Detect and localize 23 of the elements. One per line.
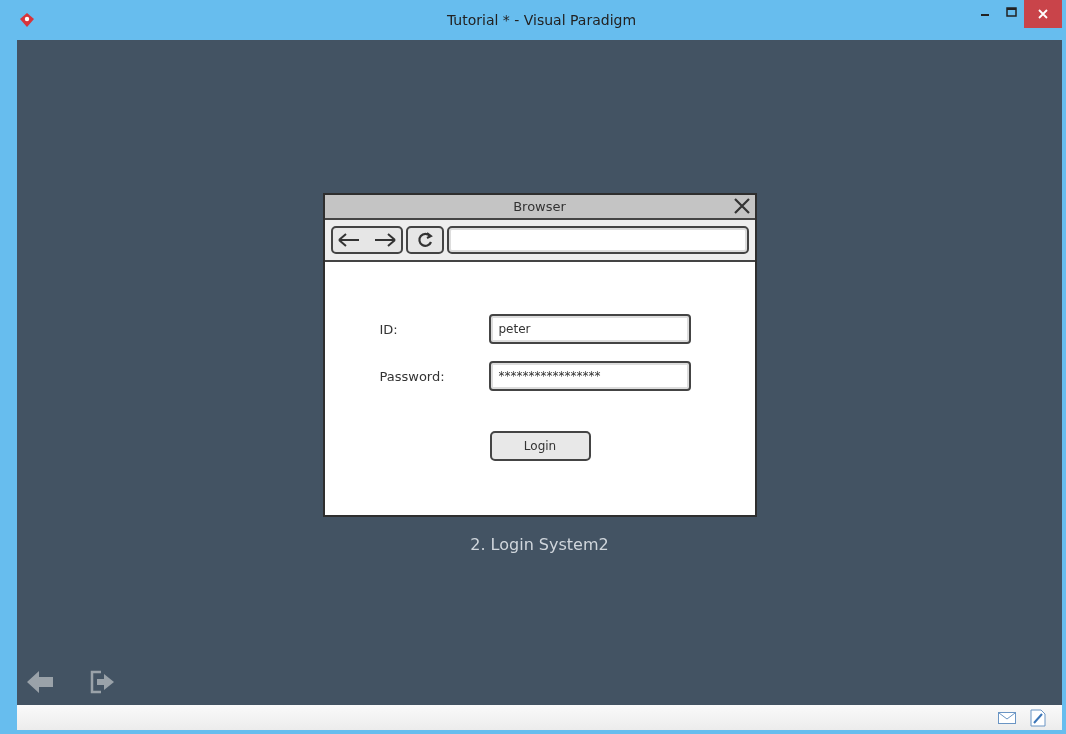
field-label: ID: [379, 321, 399, 337]
input-field[interactable]: peter [488, 314, 691, 344]
arrows-icon [336, 232, 397, 248]
window-title: Tutorial * - Visual Paradigm [446, 12, 637, 28]
mockup-window-title: Browser [513, 199, 566, 214]
app-logo-icon [20, 13, 34, 27]
back-forward-button[interactable] [330, 226, 403, 254]
address-field[interactable] [446, 226, 749, 254]
mail-icon[interactable] [998, 711, 1016, 724]
exit-icon[interactable] [89, 669, 115, 695]
back-arrow-icon[interactable] [27, 671, 53, 693]
close-button[interactable] [1024, 0, 1062, 28]
slide-caption: 2. Login System2 [470, 535, 609, 554]
minimize-icon [981, 14, 989, 16]
note-edit-icon[interactable] [1030, 708, 1046, 727]
input-field[interactable]: ***************** [488, 361, 691, 391]
close-icon [1038, 9, 1048, 19]
login-button[interactable]: Login [489, 431, 591, 461]
close-icon[interactable] [733, 198, 750, 214]
refresh-button[interactable] [405, 226, 444, 254]
maximize-icon [1005, 7, 1017, 17]
refresh-icon [416, 232, 433, 248]
field-label: Password: [379, 368, 446, 384]
